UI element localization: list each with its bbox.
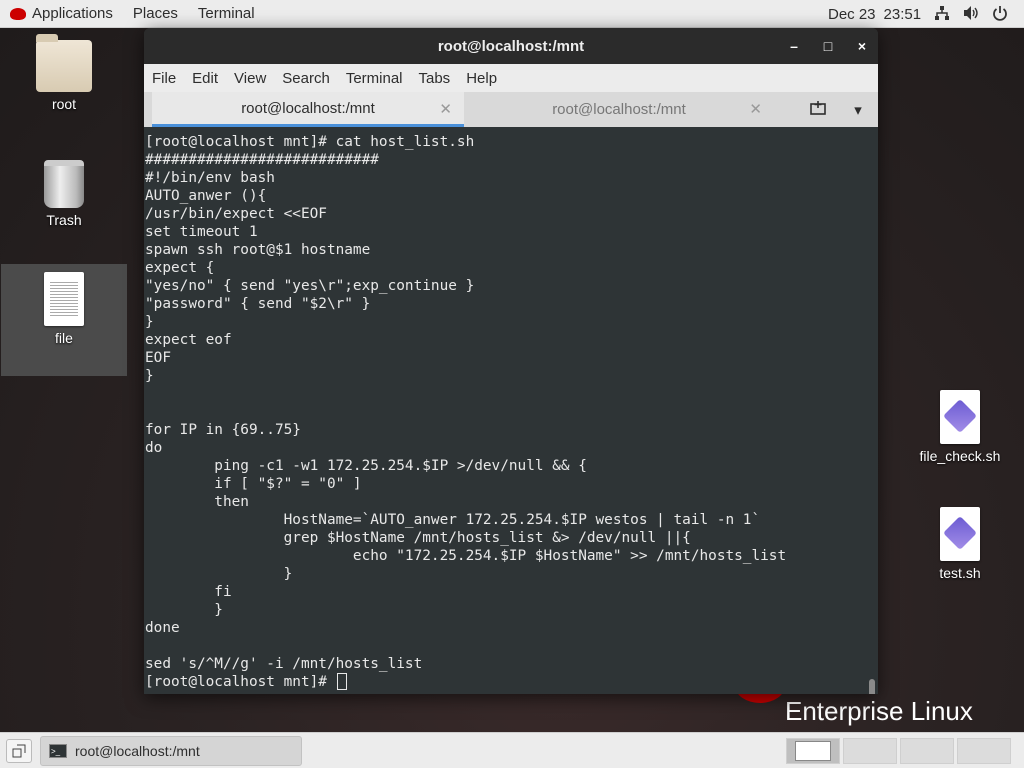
terminal-icon: >_: [49, 744, 67, 758]
terminal-line: #!/bin/env bash: [145, 170, 275, 186]
maximize-button[interactable]: □: [818, 38, 838, 54]
terminal-prompt-line: [root@localhost mnt]#: [145, 673, 878, 691]
terminal-line: if [ "$?" = "0" ]: [145, 476, 362, 492]
scrollbar[interactable]: [869, 679, 875, 694]
desktop-icon-label: file: [55, 330, 73, 346]
terminal-line: HostName=`AUTO_anwer 172.25.254.$IP west…: [145, 512, 761, 528]
volume-icon: [962, 5, 980, 24]
desktop-icon-label: file_check.sh: [919, 448, 1001, 464]
terminal-window: root@localhost:/mnt – □ × File Edit View…: [144, 28, 878, 694]
terminal-line: EOF: [145, 350, 171, 366]
workspace-2[interactable]: [843, 738, 897, 764]
terminal-line: }: [145, 368, 154, 384]
power-icon: [992, 5, 1008, 24]
desktop-icon-label: test.sh: [939, 565, 981, 581]
workspace-1[interactable]: [786, 738, 840, 764]
terminal-line: done: [145, 620, 180, 636]
terminal-app-menu[interactable]: Terminal: [188, 0, 265, 28]
close-button[interactable]: ×: [852, 38, 872, 54]
terminal-line: echo "172.25.254.$IP $HostName" >> /mnt/…: [145, 548, 787, 564]
terminal-line: spawn ssh root@$1 hostname: [145, 242, 371, 258]
menu-tabs[interactable]: Tabs: [414, 70, 456, 87]
terminal-line: }: [145, 314, 154, 330]
tab-close-icon[interactable]: ✕: [439, 100, 452, 118]
redhat-icon: [10, 7, 26, 20]
applications-label: Applications: [32, 5, 113, 22]
tab-1[interactable]: root@localhost:/mnt ✕: [152, 92, 464, 127]
menu-terminal[interactable]: Terminal: [341, 70, 408, 87]
desktop-icon-trash[interactable]: Trash: [9, 160, 119, 228]
taskbar-window-label: root@localhost:/mnt: [75, 743, 200, 759]
desktop-icon-label: root: [51, 96, 77, 112]
workspace-4[interactable]: [957, 738, 1011, 764]
tab-close-icon[interactable]: ✕: [749, 100, 762, 118]
applications-menu[interactable]: Applications: [0, 0, 123, 28]
terminal-line: fi: [145, 584, 232, 600]
desktop-icon-root[interactable]: root: [9, 34, 119, 112]
desktop-icon-test[interactable]: test.sh: [905, 507, 1015, 581]
terminal-line: expect eof: [145, 332, 232, 348]
terminal-line: "yes/no" { send "yes\r";exp_continue }: [145, 278, 475, 294]
clock[interactable]: Dec 23 23:51: [828, 0, 921, 28]
menu-search[interactable]: Search: [277, 70, 335, 87]
desktop-icon-file-check[interactable]: file_check.sh: [905, 390, 1015, 464]
terminal-line: "password" { send "$2\r" }: [145, 296, 371, 312]
clock-time: 23:51: [883, 5, 922, 23]
clock-date: Dec 23: [828, 5, 876, 23]
trash-icon: [44, 160, 84, 208]
menu-edit[interactable]: Edit: [187, 70, 223, 87]
taskbar-window-terminal[interactable]: >_ root@localhost:/mnt: [40, 736, 302, 766]
terminal-line: do: [145, 440, 163, 456]
tab-label: root@localhost:/mnt: [552, 101, 686, 118]
places-menu[interactable]: Places: [123, 0, 188, 28]
terminal-line: ###########################: [145, 152, 379, 168]
terminal-line: sed 's/^M//g' -i /mnt/hosts_list: [145, 656, 423, 672]
brand-text: Enterprise Linux: [785, 696, 973, 726]
tab-bar: root@localhost:/mnt ✕ root@localhost:/mn…: [144, 92, 878, 127]
terminal-line: set timeout 1: [145, 224, 258, 240]
terminal-line: grep $HostName /mnt/hosts_list &> /dev/n…: [145, 530, 691, 546]
script-file-icon: [940, 390, 980, 444]
top-panel: Applications Places Terminal Dec 23 23:5…: [0, 0, 1024, 28]
desktop-icon-file[interactable]: file: [1, 264, 127, 376]
terminal-line: for IP in {69..75}: [145, 422, 301, 438]
terminal-line: }: [145, 602, 223, 618]
terminal-line: ping -c1 -w1 172.25.254.$IP >/dev/null &…: [145, 458, 587, 474]
terminal-line: [root@localhost mnt]# cat host_list.sh: [145, 134, 475, 150]
menubar: File Edit View Search Terminal Tabs Help: [144, 64, 878, 92]
terminal-line: expect {: [145, 260, 215, 276]
script-file-icon: [940, 507, 980, 561]
workspace-switcher: [786, 738, 1011, 764]
terminal-line: then: [145, 494, 249, 510]
menu-view[interactable]: View: [229, 70, 271, 87]
tab-label: root@localhost:/mnt: [241, 99, 375, 117]
terminal-output: [root@localhost mnt]# cat host_list.sh ##…: [145, 133, 878, 691]
window-title: root@localhost:/mnt: [437, 37, 585, 55]
network-icon: [934, 5, 950, 24]
terminal-cursor: [336, 673, 347, 690]
terminal-output-area[interactable]: [root@localhost mnt]# cat host_list.sh ##…: [144, 127, 878, 694]
terminal-prompt: [root@localhost mnt]#: [145, 674, 336, 690]
menu-file[interactable]: File: [147, 70, 181, 87]
tab-2[interactable]: root@localhost:/mnt ✕: [464, 92, 774, 127]
system-status-menu[interactable]: [934, 0, 1008, 28]
desktop-icon-label: Trash: [46, 212, 82, 228]
menu-help[interactable]: Help: [461, 70, 502, 87]
tabs-dropdown-icon[interactable]: ▾: [838, 101, 878, 119]
window-titlebar[interactable]: root@localhost:/mnt – □ ×: [144, 28, 878, 64]
new-tab-icon[interactable]: [798, 100, 838, 120]
home-folder-icon: [36, 34, 92, 92]
minimize-button[interactable]: –: [784, 38, 804, 54]
show-desktop-button[interactable]: [6, 739, 32, 763]
terminal-line: }: [145, 566, 293, 582]
terminal-line: AUTO_anwer (){: [145, 188, 267, 204]
text-file-icon: [44, 272, 84, 326]
workspace-3[interactable]: [900, 738, 954, 764]
terminal-line: /usr/bin/expect <<EOF: [145, 206, 327, 222]
bottom-panel: >_ root@localhost:/mnt: [0, 732, 1024, 768]
